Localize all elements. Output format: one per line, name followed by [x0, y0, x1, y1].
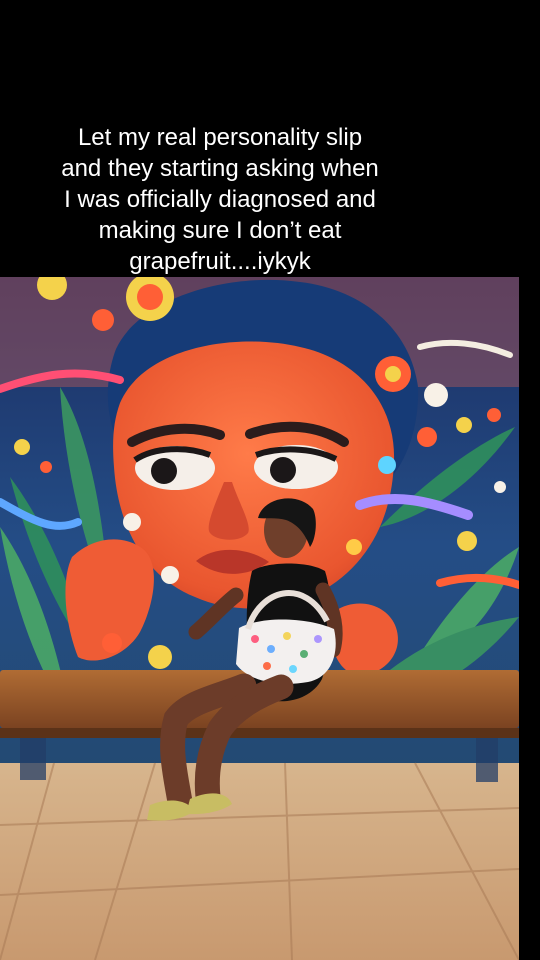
- wooden-bench-edge: [0, 728, 519, 738]
- caption-line-3: I was officially diagnosed and: [64, 186, 376, 213]
- frame-right-edge: [519, 277, 540, 960]
- caption-line-5: grapefruit....iykyk: [129, 248, 311, 275]
- video-caption: Let my real personality slip and they st…: [20, 122, 420, 277]
- mural-scene: [0, 277, 519, 960]
- video-frame: [0, 277, 519, 960]
- caption-line-2: and they starting asking when: [61, 155, 379, 182]
- caption-line-1: Let my real personality slip: [77, 124, 363, 151]
- tile-floor: [0, 763, 519, 960]
- caption-line-4: making sure I don’t eat: [98, 217, 342, 244]
